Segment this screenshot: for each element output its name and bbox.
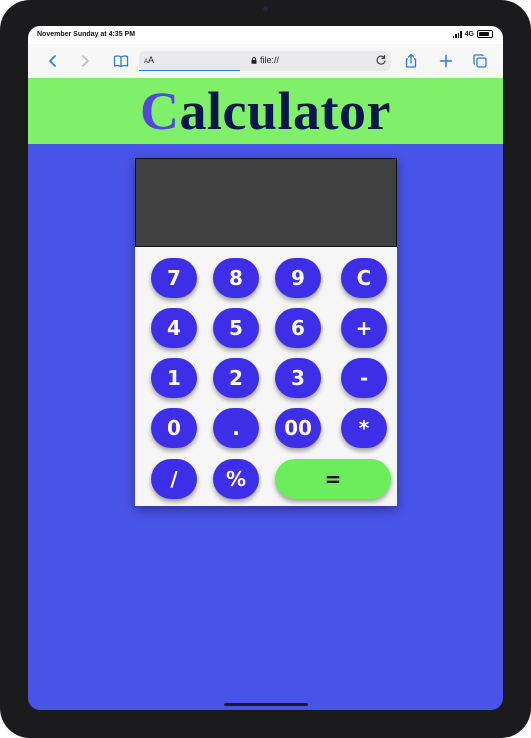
page-header: Calculator [28,78,503,144]
home-indicator [224,703,308,706]
key-6[interactable]: 6 [275,308,321,348]
address-bar[interactable]: AA file:// [139,51,391,71]
tabs-overview-button[interactable] [469,50,491,72]
key-9[interactable]: 9 [275,258,321,298]
share-icon [405,53,417,68]
chevron-left-icon [49,55,56,67]
minus-button[interactable]: - [341,358,387,398]
url-text: file:// [260,55,280,65]
calculator: 7 8 9 C 4 5 6 + 1 2 3 - 0 . 00 * / % = [135,158,397,506]
lock-icon [251,56,257,64]
decimal-button[interactable]: . [213,408,259,448]
key-0[interactable]: 0 [151,408,197,448]
equals-button[interactable]: = [275,459,391,499]
new-tab-button[interactable] [435,50,457,72]
key-4[interactable]: 4 [151,308,197,348]
divide-button[interactable]: / [151,459,197,499]
key-3[interactable]: 3 [275,358,321,398]
key-00[interactable]: 00 [275,408,321,448]
signal-icon [452,31,462,38]
reader-text-size-button[interactable]: AA [144,55,154,65]
page-title: Calculator [140,84,391,138]
key-7[interactable]: 7 [151,258,197,298]
front-camera [263,6,268,11]
status-indicators: 4G [452,30,493,38]
plus-button[interactable]: + [341,308,387,348]
tablet-frame: November Sunday at 4:35 PM 4G AA file://… [0,0,531,738]
battery-icon [477,30,493,38]
address-focus-underline [139,69,240,71]
multiply-button[interactable]: * [341,408,387,448]
forward-button[interactable] [74,50,96,72]
title-rest: alculator [179,81,391,141]
status-bar: November Sunday at 4:35 PM 4G [28,26,503,44]
screen: November Sunday at 4:35 PM 4G AA file://… [28,26,503,710]
clear-button[interactable]: C [341,258,387,298]
percent-button[interactable]: % [213,459,259,499]
back-button[interactable] [42,50,64,72]
chevron-right-icon [82,55,89,67]
url-field[interactable]: file:// [251,55,279,65]
title-initial: C [140,81,180,141]
reload-icon[interactable] [375,54,387,66]
bookmarks-button[interactable] [110,50,132,72]
share-button[interactable] [400,50,422,72]
key-1[interactable]: 1 [151,358,197,398]
key-5[interactable]: 5 [213,308,259,348]
book-icon [113,55,129,68]
network-label: 4G [464,30,474,38]
tabs-icon [473,54,487,68]
key-2[interactable]: 2 [213,358,259,398]
key-8[interactable]: 8 [213,258,259,298]
status-time: November Sunday at 4:35 PM [37,31,136,38]
plus-icon [439,54,453,68]
browser-toolbar: AA file:// [28,44,503,79]
calculator-display [135,158,397,247]
